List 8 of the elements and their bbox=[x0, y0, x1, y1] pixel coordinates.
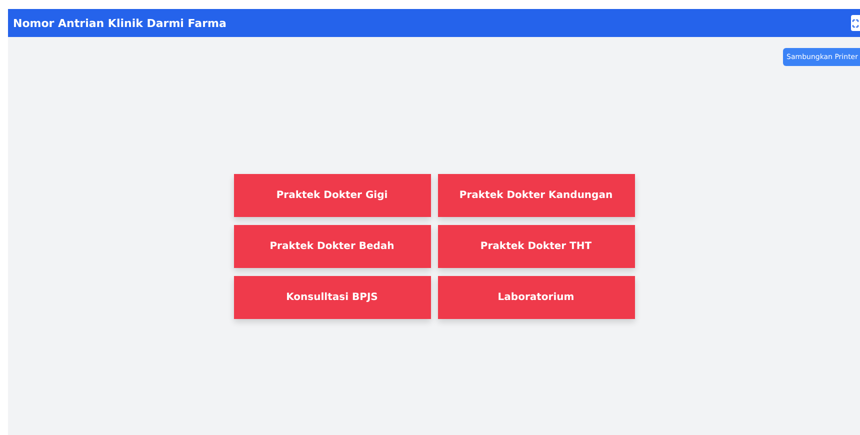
service-button[interactable]: Praktek Dokter Gigi bbox=[234, 174, 430, 217]
app-title: Nomor Antrian Klinik Darmi Farma bbox=[13, 16, 226, 30]
service-button[interactable]: Praktek Dokter THT bbox=[438, 225, 634, 268]
service-button[interactable]: Laboratorium bbox=[438, 276, 634, 319]
service-button[interactable]: Praktek Dokter Bedah bbox=[234, 225, 430, 268]
service-button[interactable]: Praktek Dokter Kandungan bbox=[438, 174, 634, 217]
fullscreen-icon[interactable] bbox=[851, 15, 860, 31]
service-button[interactable]: Konsulltasi BPJS bbox=[234, 276, 430, 319]
